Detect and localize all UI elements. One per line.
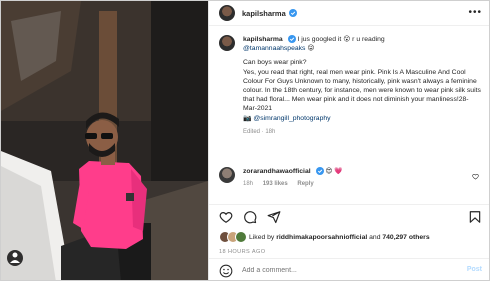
comment-item: zorarandhawaofficial 😍 💗 18h 193 likes R…	[219, 167, 481, 189]
caption-intro-2: r u reading	[352, 36, 385, 43]
post-comment-button[interactable]: Post	[467, 266, 482, 273]
emoji: 💗	[334, 168, 343, 175]
photographer-mention-link[interactable]: @simrangill_photography	[253, 115, 330, 122]
mention-link[interactable]: @tamannaahspeaks	[243, 45, 305, 52]
likes-prefix: Liked by	[249, 233, 275, 241]
share-icon[interactable]	[267, 210, 281, 224]
post-header: kapilsharma •••	[209, 1, 489, 26]
avatar	[235, 231, 247, 243]
emoji: 😜	[307, 45, 315, 53]
emoji: 😮	[343, 36, 351, 43]
likes-and: and	[369, 233, 381, 241]
post-username[interactable]: kapilsharma	[242, 9, 286, 18]
reply-button[interactable]: Reply	[297, 181, 313, 187]
caption-username[interactable]: kapilsharma	[243, 36, 283, 43]
avatar[interactable]	[219, 5, 235, 21]
add-comment-input[interactable]	[242, 267, 442, 274]
photo-illustration	[1, 1, 208, 280]
emoji-icon[interactable]	[219, 264, 233, 278]
caption-intro: I jus googled it	[297, 36, 342, 43]
liked-by-user[interactable]: riddhimakapoorsahniofficial	[276, 234, 367, 241]
more-options-button[interactable]: •••	[468, 7, 482, 18]
add-comment-bar: Post	[209, 258, 489, 280]
post-detail-panel: kapilsharma ••• kapilsharma I jus google…	[208, 1, 489, 280]
likes-count[interactable]: 740,297 others	[382, 234, 429, 241]
caption-avatar[interactable]	[219, 35, 235, 51]
caption-text: kapilsharma I jus googled it 😮 r u readi…	[243, 35, 481, 137]
caption-heading: Can boys wear pink?	[243, 59, 307, 67]
post-photo[interactable]	[1, 1, 208, 280]
camera-icon: 📷	[243, 114, 252, 122]
tagged-user-icon	[7, 250, 23, 266]
liker-avatars[interactable]	[219, 231, 247, 243]
instagram-post-window: kapilsharma ••• kapilsharma I jus google…	[0, 0, 490, 281]
comment-time: 18h	[243, 181, 254, 187]
likes-summary: Liked by riddhimakapoorsahniofficial and…	[219, 231, 430, 243]
comment-text: zorarandhawaofficial 😍 💗 18h 193 likes R…	[243, 167, 481, 189]
action-bar	[209, 204, 489, 228]
bookmark-icon[interactable]	[468, 210, 482, 224]
comment-likes[interactable]: 193 likes	[263, 181, 288, 187]
caption-meta: Edited · 18h	[243, 128, 276, 135]
emoji: 😍	[325, 168, 333, 175]
comment-icon[interactable]	[243, 210, 257, 224]
post-timestamp[interactable]: 18 HOURS AGO	[219, 249, 265, 255]
comment-username[interactable]: zorarandhawaofficial	[243, 168, 311, 175]
comment-meta: 18h 193 likes Reply	[243, 180, 481, 189]
verified-badge-icon	[287, 35, 296, 44]
verified-badge-icon	[288, 9, 297, 17]
verified-badge-icon	[315, 167, 324, 176]
comment-avatar[interactable]	[219, 167, 235, 183]
heart-icon[interactable]	[219, 210, 233, 224]
caption-block: kapilsharma I jus googled it 😮 r u readi…	[219, 35, 481, 137]
comment-like-heart-icon[interactable]	[472, 173, 479, 180]
caption-body: Yes, you read that right, real men wear …	[243, 68, 481, 113]
